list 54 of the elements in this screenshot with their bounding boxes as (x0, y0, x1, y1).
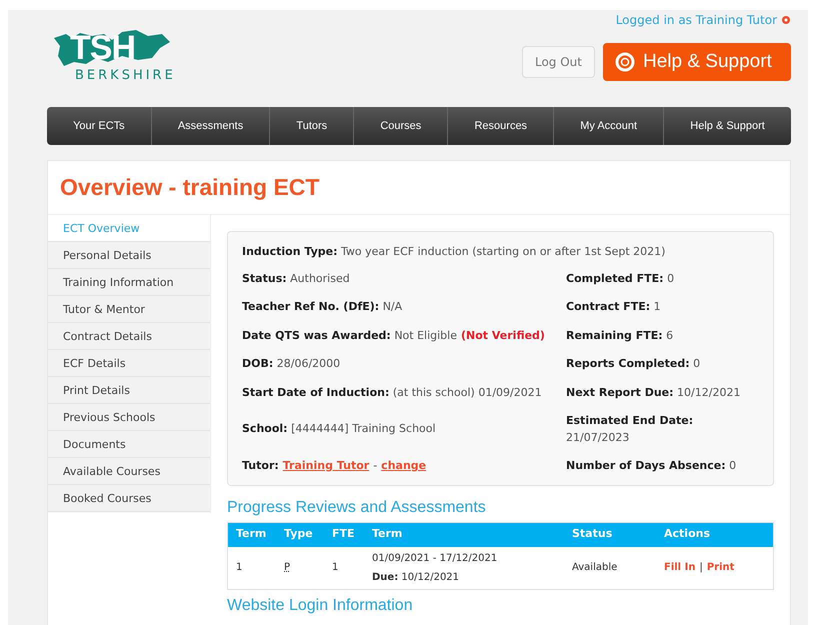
detail-text: Contract FTE: 1 (566, 299, 661, 315)
sidebar-item[interactable]: Documents (48, 431, 210, 458)
sidebar-item[interactable]: Booked Courses (48, 485, 210, 512)
sidebar-item[interactable]: Print Details (48, 377, 210, 404)
nav-item[interactable]: Tutors (269, 107, 354, 145)
separator-text: - (373, 458, 378, 474)
column-header: Term (371, 526, 404, 542)
fill-in-link[interactable]: Fill In (664, 560, 696, 575)
column-header: Type (283, 526, 314, 542)
detail-text: Estimated End Date: 21/07/2023 (566, 413, 694, 446)
nav-item[interactable]: Assessments (150, 107, 270, 145)
sidebar-item[interactable]: Training Information (48, 269, 210, 296)
logo-subtitle: BERKSHIRE (74, 67, 176, 85)
sidebar-item[interactable]: Previous Schools (48, 404, 210, 431)
logged-in-text: Logged in as Training Tutor (616, 12, 777, 29)
detail-text: Teacher Ref No. (DfE): N/A (242, 299, 402, 315)
warning-text: (Not Verified) (461, 328, 545, 344)
detail-text: School: [4444444] Training School (242, 421, 436, 438)
detail-text: Number of Days Absence: 0 (566, 458, 736, 474)
detail-text: Start Date of Induction: (at this school) 01/09/2021 (242, 384, 542, 400)
logout-button[interactable]: Log Out (522, 46, 595, 78)
sidebar-item[interactable]: Tutor & Mentor (48, 296, 210, 323)
column-header: Actions (663, 526, 711, 542)
column-header: FTE (331, 526, 356, 542)
detail-text: DOB: 28/06/2000 (242, 356, 340, 372)
detail-text: Next Report Due: 10/12/2021 (566, 384, 740, 400)
type-abbreviation: P (284, 562, 290, 573)
detail-text: Completed FTE: 0 (566, 270, 674, 286)
nav-item[interactable]: Help & Support (663, 107, 791, 145)
induction-text: Induction Type: Two year ECF induction (starting on or after 1st Sept 2021) (242, 244, 666, 260)
sidebar-item[interactable]: ECF Details (48, 350, 210, 377)
detail-text: Remaining FTE: 6 (566, 328, 674, 344)
table-cell-text: 1 (235, 561, 244, 575)
term-dates: 01/09/2021 - 17/12/2021 (372, 552, 498, 566)
detail-text: Reports Completed: 0 (566, 356, 700, 372)
due-date: Due: 10/12/2021 (372, 570, 460, 584)
nav-item[interactable]: Your ECTs (47, 107, 151, 145)
detail-text: Status: Authorised (242, 270, 350, 286)
separator-text: | (699, 561, 703, 575)
column-header: Status (571, 526, 614, 542)
sidebar-item[interactable]: Available Courses (48, 458, 210, 485)
column-header: Term (235, 526, 268, 542)
nav-item[interactable]: My Account (553, 107, 664, 145)
nav-item[interactable]: Courses (353, 107, 448, 145)
sidebar-item[interactable]: Contract Details (48, 323, 210, 350)
section-heading: Website Login Information (227, 596, 414, 616)
detail-text: Date QTS was Awarded: Not Eligible (242, 328, 457, 344)
table-cell-text: Available (571, 561, 618, 575)
section-heading: Progress Reviews and Assessments (227, 498, 487, 518)
sidebar-item[interactable]: Personal Details (48, 242, 210, 269)
print-link[interactable]: Print (706, 560, 734, 575)
table-cell-text: 1 (331, 561, 340, 575)
nav-item[interactable]: Resources (447, 107, 554, 145)
detail-label: Tutor: (242, 458, 279, 474)
